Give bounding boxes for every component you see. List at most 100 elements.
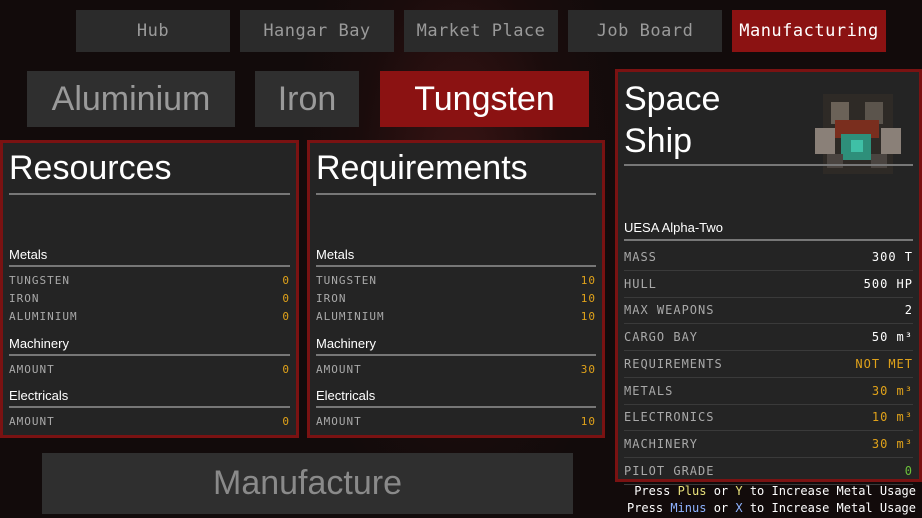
ship-stat-value: 300 T (871, 250, 913, 264)
tab-job-board[interactable]: Job Board (568, 10, 722, 52)
hint-text: Press (626, 501, 671, 515)
ship-panel: Space Ship UESA Alpha-Two MASS 300 T HULL 5… (615, 69, 922, 485)
divider (316, 406, 596, 408)
ship-stat-value: 0 (904, 463, 913, 478)
row-value: 0 (282, 310, 290, 323)
row-label: IRON (316, 292, 347, 305)
ship-stat-value: 30 m³ (871, 383, 913, 398)
divider (9, 193, 290, 195)
row-value: 10 (580, 292, 596, 305)
ship-title-line1: Space (624, 80, 721, 118)
machinery-label: Machinery (9, 336, 69, 351)
ship-stat-label: CARGO BAY (624, 330, 699, 345)
row-value: 0 (282, 363, 290, 376)
ship-stat-value: 30 m³ (871, 436, 913, 451)
requirement-row-aluminium: ALUMINIUM 10 (316, 310, 596, 326)
divider (316, 193, 596, 195)
ship-title-line2: Ship (624, 122, 693, 160)
ship-stat-label: MASS (624, 250, 657, 264)
hint-text: or (706, 484, 736, 498)
top-nav: Hub Hangar Bay Market Place Job Board Ma… (76, 10, 886, 52)
ship-stat-row: MAX WEAPONS 2 (624, 297, 913, 325)
row-value: 0 (282, 415, 290, 428)
divider (9, 265, 290, 267)
hint-increase: Press Plus or Y to Increase Metal Usage (634, 484, 916, 498)
row-label: IRON (9, 292, 40, 305)
divider (316, 354, 596, 356)
resource-row-aluminium: ALUMINIUM 0 (9, 310, 290, 326)
ship-stat-row: REQUIREMENTS NOT MET (624, 351, 913, 378)
ship-stat-row: MACHINERY 30 m³ (624, 431, 913, 458)
tab-hangar-bay[interactable]: Hangar Bay (240, 10, 394, 52)
resource-row-tungsten: TUNGSTEN 0 (9, 274, 290, 290)
row-value: 0 (282, 292, 290, 305)
hint-text: to Increase Metal Usage (742, 484, 916, 498)
ship-stat-label: MAX WEAPONS (624, 303, 715, 318)
ship-stat-value: 10 m³ (871, 410, 913, 425)
row-label: TUNGSTEN (9, 274, 70, 287)
row-value: 10 (580, 415, 596, 428)
ship-stat-row: CARGO BAY 50 m³ (624, 324, 913, 352)
ship-stat-value: 500 HP (863, 276, 913, 291)
ship-stat-label: METALS (624, 383, 674, 398)
ship-title: Space Ship (624, 78, 720, 162)
row-label: AMOUNT (9, 363, 55, 376)
metal-tab-aluminium[interactable]: Aluminium (27, 71, 235, 127)
row-label: ALUMINIUM (316, 310, 385, 323)
hint-key-minus: Minus (670, 501, 707, 515)
divider (624, 164, 913, 166)
manufacture-button[interactable]: Manufacture (42, 453, 573, 514)
ship-name: UESA Alpha-Two (624, 220, 723, 235)
requirement-row-iron: IRON 10 (316, 292, 596, 308)
row-label: TUNGSTEN (316, 274, 377, 287)
row-value: 30 (580, 363, 596, 376)
metals-label: Metals (9, 247, 48, 262)
resource-row-electricals: AMOUNT 0 (9, 415, 290, 431)
row-label: AMOUNT (316, 415, 362, 428)
tab-manufacturing[interactable]: Manufacturing (732, 10, 886, 52)
resource-row-machinery: AMOUNT 0 (9, 363, 290, 379)
hint-text: or (706, 501, 736, 515)
requirement-row-machinery: AMOUNT 30 (316, 363, 596, 379)
ship-stat-row: HULL 500 HP (624, 271, 913, 298)
metals-label: Metals (316, 247, 355, 262)
row-label: AMOUNT (316, 363, 362, 376)
ship-stat-label: ELECTRONICS (624, 410, 715, 425)
electricals-label: Electricals (316, 388, 376, 403)
row-label: AMOUNT (9, 415, 55, 428)
requirement-row-tungsten: TUNGSTEN 10 (316, 274, 596, 290)
row-label: ALUMINIUM (9, 310, 78, 323)
row-value: 10 (580, 310, 596, 323)
hint-key-y: Y (735, 484, 743, 498)
metal-tab-tungsten[interactable]: Tungsten (380, 71, 589, 127)
row-value: 10 (580, 274, 596, 287)
hint-key-plus: Plus (677, 484, 707, 498)
divider (9, 406, 290, 408)
resource-row-iron: IRON 0 (9, 292, 290, 308)
divider (316, 265, 596, 267)
ship-stat-label: HULL (624, 276, 657, 291)
ship-stat-label: PILOT GRADE (624, 463, 715, 478)
ship-stat-value: 50 m³ (871, 330, 913, 345)
divider (9, 354, 290, 356)
ship-stat-row: PILOT GRADE 0 (624, 458, 913, 485)
hint-text: to Increase Metal Usage (742, 501, 916, 515)
machinery-label: Machinery (316, 336, 376, 351)
hint-decrease: Press Minus or X to Increase Metal Usage (627, 501, 916, 515)
requirements-title: Requirements (316, 149, 528, 187)
requirement-row-electricals: AMOUNT 10 (316, 415, 596, 431)
electricals-label: Electricals (9, 388, 69, 403)
hint-key-x: X (735, 501, 743, 515)
tab-market-place[interactable]: Market Place (404, 10, 558, 52)
tab-hub[interactable]: Hub (76, 10, 230, 52)
metal-tab-iron[interactable]: Iron (255, 71, 359, 127)
ship-stat-row: MASS 300 T (624, 244, 913, 271)
ship-stat-row: ELECTRONICS 10 m³ (624, 404, 913, 432)
row-value: 0 (282, 274, 290, 287)
ship-stat-value: 2 (904, 303, 913, 318)
ship-stat-label: MACHINERY (624, 436, 699, 451)
divider (624, 239, 913, 241)
ship-stat-row: METALS 30 m³ (624, 378, 913, 405)
hint-text: Press (634, 484, 678, 498)
ship-stat-label: REQUIREMENTS (624, 356, 723, 371)
